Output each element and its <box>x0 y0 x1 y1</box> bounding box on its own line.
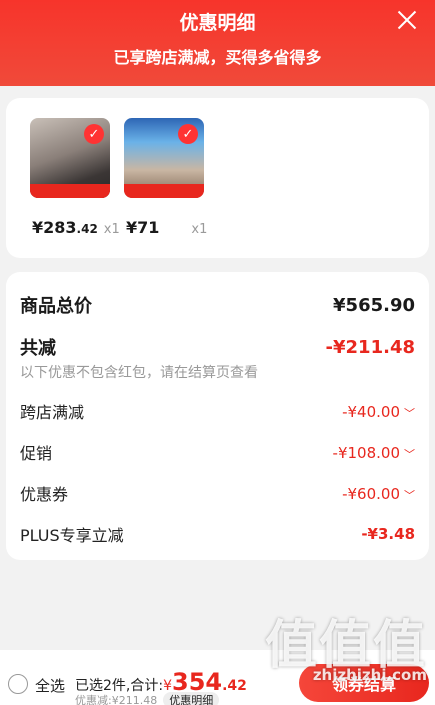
product-price: ¥71 x1 <box>126 218 236 237</box>
price-integer: ¥71 <box>126 218 160 237</box>
chevron-down-icon[interactable]: ﹀ <box>404 489 415 502</box>
discount-label: 优惠券 <box>20 485 69 504</box>
discount-row-coupon[interactable]: 优惠券 -¥60.00 ﹀ <box>20 481 415 505</box>
discount-label: 促销 <box>20 444 53 463</box>
discount-value: -¥3.48 <box>361 525 415 543</box>
discount-row-promotion[interactable]: 促销 -¥108.00 ﹀ <box>20 440 415 464</box>
discount-note: 以下优惠不包含红包，请在结算页查看 <box>20 365 258 381</box>
product-item[interactable]: ✓ ¥71 x1 <box>124 118 207 237</box>
discount-value: -¥40.00 <box>342 402 400 421</box>
reduce-amount-text: 优惠减:¥211.48 <box>75 694 158 705</box>
close-icon[interactable] <box>395 8 419 32</box>
total-price-row: 商品总价 ¥565.90 <box>20 292 415 318</box>
product-image[interactable]: ✓ <box>30 118 110 198</box>
discount-label: 跨店满减 <box>20 403 85 422</box>
price-decimal: .42 <box>76 222 98 236</box>
watermark: 值值值 zhizhizhi.com <box>265 618 427 684</box>
reduce-summary: 优惠减:¥211.48 优惠明细 <box>75 692 220 705</box>
discount-label: PLUS专享立减 <box>20 526 124 545</box>
total-reduce-value: -¥211.48 <box>325 336 415 358</box>
product-quantity: x1 <box>191 222 208 237</box>
product-quantity: x1 <box>103 222 120 237</box>
select-all-radio[interactable] <box>8 674 28 694</box>
total-price-value: ¥565.90 <box>333 294 415 316</box>
product-item[interactable]: ✓ ¥283.42 x1 <box>30 118 120 237</box>
product-image-banner <box>30 184 110 198</box>
discount-row-plus: PLUS专享立减 -¥3.48 <box>20 522 415 546</box>
check-icon[interactable]: ✓ <box>84 124 104 144</box>
product-card: ✓ ¥283.42 x1 ✓ ¥71 x1 <box>6 98 429 258</box>
discount-details-card: 商品总价 ¥565.90 共减 -¥211.48 以下优惠不包含红包，请在结算页… <box>6 272 429 560</box>
check-icon[interactable]: ✓ <box>178 124 198 144</box>
total-reduce-row: 共减 -¥211.48 <box>20 334 415 360</box>
product-image[interactable]: ✓ <box>124 118 204 198</box>
discount-value: -¥108.00 <box>332 443 400 462</box>
header: 优惠明细 已享跨店满减，买得多省得多 <box>0 0 435 86</box>
select-all-label[interactable]: 全选 <box>35 675 65 696</box>
page-subtitle: 已享跨店满减，买得多省得多 <box>113 48 322 67</box>
discount-value: -¥60.00 <box>342 484 400 503</box>
chevron-down-icon[interactable]: ﹀ <box>404 407 415 420</box>
total-reduce-label: 共减 <box>20 338 56 359</box>
chevron-down-icon[interactable]: ﹀ <box>404 448 415 461</box>
discount-detail-button[interactable]: 优惠明细 <box>163 692 220 705</box>
sum-decimal: .42 <box>222 678 247 694</box>
page-title: 优惠明细 <box>179 12 256 34</box>
discount-row-cross-store[interactable]: 跨店满减 -¥40.00 ﹀ <box>20 399 415 423</box>
product-image-banner <box>124 184 204 198</box>
price-integer: ¥283 <box>32 218 77 237</box>
total-price-label: 商品总价 <box>20 296 92 317</box>
